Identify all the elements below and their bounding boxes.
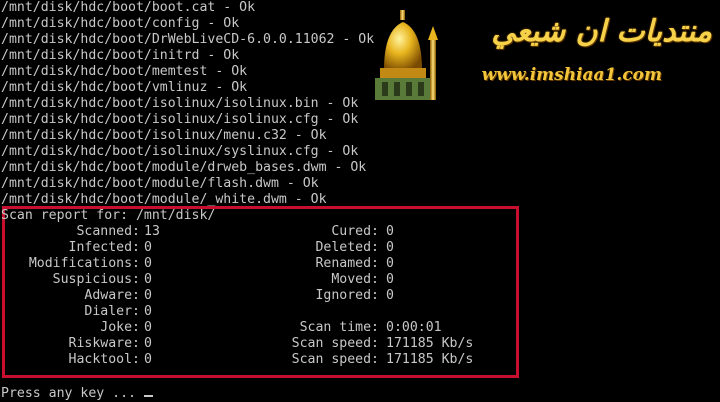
report-value-riskware: 0 (144, 336, 152, 351)
report-label-adware: Adware: (84, 288, 140, 303)
report-value-scan-time: 0:00:01 (386, 320, 442, 335)
report-label-scan-time: Scan time: (299, 320, 379, 335)
report-value-deleted: 0 (386, 240, 394, 255)
press-any-key-prompt[interactable]: Press any key ... (1, 383, 153, 401)
shrine-dome-icon (375, 10, 438, 100)
report-label-scan-speed-2: Scan speed: (291, 352, 379, 367)
report-value-scanned: 13 (144, 224, 160, 239)
report-value-dialer: 0 (144, 304, 152, 319)
report-value-moved: 0 (386, 272, 394, 287)
file-line: /mnt/disk/hdc/boot/isolinux/isolinux.cfg… (1, 112, 359, 127)
report-value-scan-speed-2: 171185 Kb/s (386, 352, 474, 367)
watermark-arabic-text: منتديات ان شيعي (491, 14, 712, 49)
file-line: /mnt/disk/hdc/boot/DrWebLiveCD-6.0.0.110… (1, 32, 375, 47)
report-value-ignored: 0 (386, 288, 394, 303)
report-value-renamed: 0 (386, 256, 394, 271)
report-label-scanned: Scanned: (76, 224, 140, 239)
file-line: /mnt/disk/hdc/boot/module/drweb_bases.dw… (1, 160, 367, 175)
file-line: /mnt/disk/hdc/boot/isolinux/menu.c32 - O… (1, 128, 327, 143)
text-cursor (143, 383, 153, 397)
report-value-joke: 0 (144, 320, 152, 335)
report-label-deleted: Deleted: (315, 240, 379, 255)
report-value-modifications: 0 (144, 256, 152, 271)
file-line: /mnt/disk/hdc/boot/module/flash.dwm - Ok (1, 176, 319, 191)
report-label-infected: Infected: (68, 240, 140, 255)
report-label-renamed: Renamed: (315, 256, 379, 271)
report-value-suspicious: 0 (144, 272, 152, 287)
report-value-infected: 0 (144, 240, 152, 255)
report-label-joke: Joke: (100, 320, 140, 335)
watermark-logo: منتديات ان شيعي www.imshiaa1.com (370, 0, 720, 110)
report-label-moved: Moved: (331, 272, 379, 287)
file-line: /mnt/disk/hdc/boot/boot.cat - Ok (1, 0, 256, 15)
report-value-adware: 0 (144, 288, 152, 303)
report-value-scan-speed: 171185 Kb/s (386, 336, 474, 351)
report-label-ignored: Ignored: (315, 288, 379, 303)
report-label-scan-speed: Scan speed: (291, 336, 379, 351)
file-line: /mnt/disk/hdc/boot/isolinux/isolinux.bin… (1, 96, 359, 111)
file-line: /mnt/disk/hdc/boot/initrd - Ok (1, 48, 240, 63)
file-line: /mnt/disk/hdc/boot/vmlinuz - Ok (1, 80, 248, 95)
prompt-text: Press any key ... (1, 386, 136, 401)
report-label-dialer: Dialer: (84, 304, 140, 319)
file-line: /mnt/disk/hdc/boot/memtest - Ok (1, 64, 248, 79)
file-line: /mnt/disk/hdc/boot/isolinux/syslinux.cfg… (1, 144, 359, 159)
file-line: /mnt/disk/hdc/boot/config - Ok (1, 16, 240, 31)
report-value-hacktool: 0 (144, 352, 152, 367)
report-label-cured: Cured: (331, 224, 379, 239)
watermark-url: www.imshiaa1.com (481, 65, 662, 85)
report-label-modifications: Modifications: (28, 256, 140, 271)
report-value-cured: 0 (386, 224, 394, 239)
report-label-suspicious: Suspicious: (52, 272, 140, 287)
report-label-hacktool: Hacktool: (68, 352, 140, 367)
report-label-riskware: Riskware: (68, 336, 140, 351)
scan-report-header: Scan report for: /mnt/disk/ (1, 208, 216, 223)
